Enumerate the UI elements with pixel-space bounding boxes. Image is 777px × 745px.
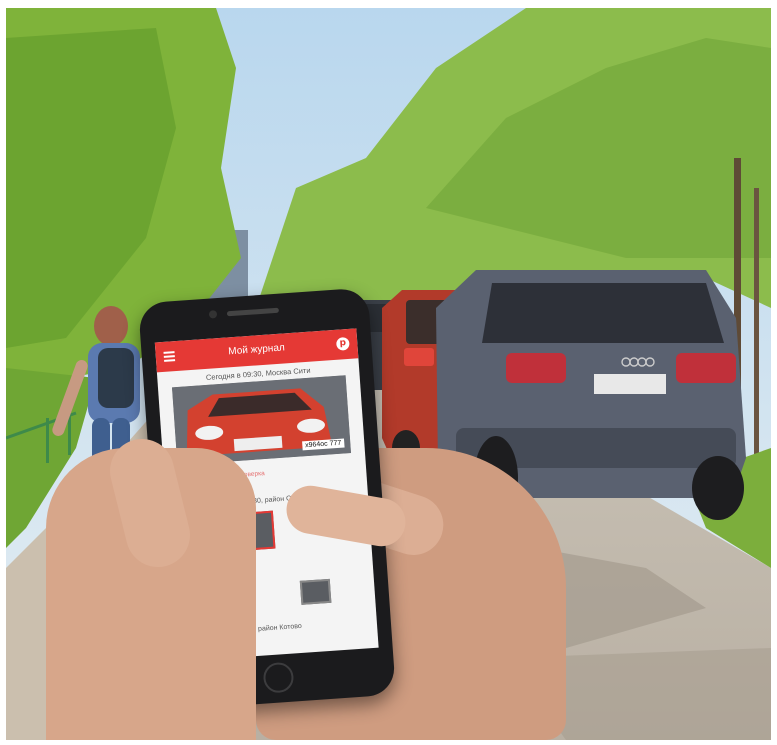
plate-number: х964ос [304, 440, 328, 450]
feed-item-thumbnail[interactable] [299, 578, 332, 605]
plate-region: 777 [329, 439, 342, 448]
phone-speaker [226, 307, 280, 317]
license-plate [594, 374, 666, 394]
street-scene-photo: Мой журнал p Сегодня в 09:30, Москва Сит… [6, 8, 771, 740]
front-camera [208, 310, 218, 319]
pedestrian [94, 306, 128, 346]
home-button[interactable] [262, 661, 295, 694]
